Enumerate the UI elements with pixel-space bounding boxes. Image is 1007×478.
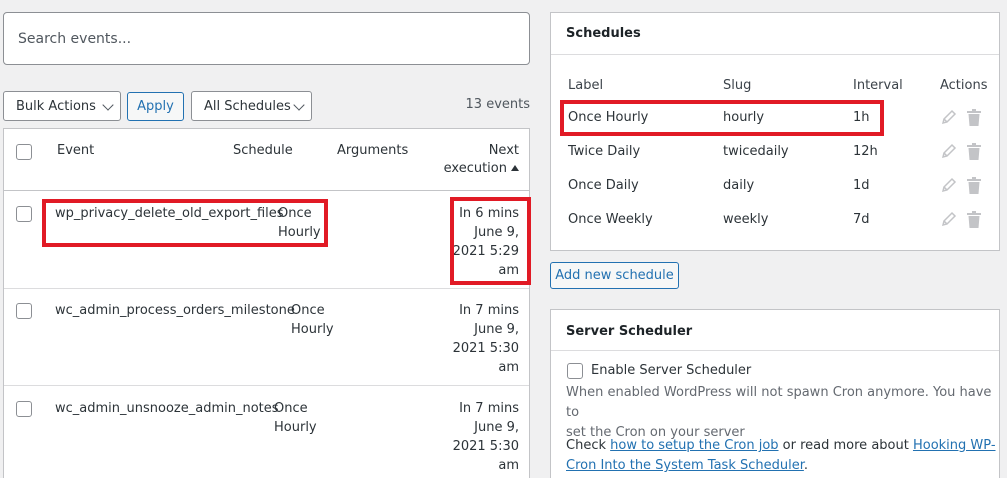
column-header-arguments[interactable]: Arguments [337, 143, 408, 158]
schedules-filter-label: All Schedules [204, 98, 291, 114]
schedule-actions [941, 143, 981, 160]
help-check-text: Check [566, 438, 606, 453]
next-execution-line3: 2021 5:30 [452, 439, 519, 454]
sort-up-icon [511, 165, 519, 171]
column-header-next-line2: execution [443, 161, 507, 176]
next-execution-line4: am [498, 360, 519, 375]
event-name[interactable]: wc_admin_unsnooze_admin_notes [55, 399, 279, 418]
row-checkbox[interactable] [16, 401, 32, 417]
schedules-header-slug: Slug [723, 78, 752, 93]
events-table: Event Schedule Arguments Next execution … [3, 128, 530, 478]
server-scheduler-help: Check how to setup the Cron job or read … [566, 436, 996, 476]
column-header-next-line1: Next [488, 143, 519, 158]
schedules-header-label: Label [568, 78, 604, 93]
highlight-box-next-execution [450, 197, 531, 285]
schedules-filter-select[interactable]: All Schedules [191, 91, 312, 121]
pencil-icon[interactable] [941, 109, 957, 125]
schedule-interval: 12h [853, 144, 878, 159]
event-schedule: Once Hourly [274, 399, 317, 437]
pencil-icon[interactable] [941, 143, 957, 159]
apply-button[interactable]: Apply [127, 92, 184, 121]
help-period: . [803, 458, 809, 473]
schedules-header-interval: Interval [853, 78, 903, 93]
link-hooking-wp-cron[interactable]: Hooking WP- [913, 438, 996, 453]
event-schedule-line2: Hourly [274, 420, 317, 435]
schedule-interval: 7d [853, 212, 870, 227]
server-scheduler-panel: Server Scheduler Enable Server Scheduler… [550, 309, 1000, 478]
next-execution-line2: June 9, [474, 322, 519, 337]
schedule-slug: daily [723, 178, 755, 193]
next-execution-line4: am [498, 458, 519, 473]
schedules-title: Schedules [566, 26, 641, 41]
panel-divider [551, 54, 999, 55]
next-execution-line1: In 7 mins [459, 303, 519, 318]
schedule-slug: twicedaily [723, 144, 789, 159]
column-header-next[interactable]: Next execution [444, 143, 519, 176]
event-next-execution: In 7 mins June 9, 2021 5:30 am [453, 301, 519, 377]
enable-server-scheduler-label[interactable]: Enable Server Scheduler [591, 363, 751, 378]
trash-icon[interactable] [967, 143, 981, 160]
chevron-down-icon [293, 99, 305, 111]
header-divider [4, 190, 529, 191]
description-line1: When enabled WordPress will not spawn Cr… [566, 385, 992, 420]
trash-icon[interactable] [967, 177, 981, 194]
link-hooking-wp-cron-cont[interactable]: Cron Into the System Task Scheduler [566, 458, 804, 473]
schedule-interval: 1d [853, 178, 870, 193]
schedule-actions [941, 177, 981, 194]
panel-divider [551, 350, 999, 351]
trash-icon[interactable] [967, 211, 981, 228]
event-schedule: Once Hourly [291, 301, 334, 339]
column-header-event[interactable]: Event [57, 143, 94, 158]
schedule-actions [941, 109, 981, 126]
table-toolbar: Bulk Actions Apply All Schedules 13 even… [3, 91, 530, 121]
select-all-checkbox[interactable] [16, 144, 32, 160]
next-execution-line2: June 9, [474, 420, 519, 435]
column-header-schedule[interactable]: Schedule [233, 143, 293, 158]
schedule-actions [941, 211, 981, 228]
chevron-down-icon [102, 99, 114, 111]
search-input[interactable] [3, 12, 530, 65]
event-schedule-line2: Hourly [291, 322, 334, 337]
highlight-box-schedule-row [560, 100, 884, 136]
next-execution-line1: In 7 mins [459, 401, 519, 416]
row-checkbox[interactable] [16, 303, 32, 319]
row-divider [4, 385, 529, 386]
pencil-icon[interactable] [941, 211, 957, 227]
pencil-icon[interactable] [941, 177, 957, 193]
event-next-execution: In 7 mins June 9, 2021 5:30 am [453, 399, 519, 475]
event-schedule-line1: Once [274, 401, 308, 416]
schedule-slug: weekly [723, 212, 769, 227]
schedules-header-actions: Actions [940, 78, 988, 93]
row-divider [4, 288, 529, 289]
highlight-box-event [42, 199, 328, 247]
enable-server-scheduler-checkbox[interactable] [567, 363, 583, 379]
server-scheduler-description: When enabled WordPress will not spawn Cr… [566, 383, 999, 443]
schedule-label: Twice Daily [568, 144, 641, 159]
bulk-actions-label: Bulk Actions [16, 98, 96, 114]
link-setup-cron[interactable]: how to setup the Cron job [610, 438, 778, 453]
server-scheduler-title: Server Scheduler [566, 324, 693, 339]
help-or-read-text: or read more about [782, 438, 909, 453]
add-new-schedule-button[interactable]: Add new schedule [550, 262, 679, 289]
schedule-label: Once Daily [568, 178, 639, 193]
event-schedule-line1: Once [291, 303, 325, 318]
schedule-label: Once Weekly [568, 212, 653, 227]
row-checkbox[interactable] [16, 206, 32, 222]
bulk-actions-select[interactable]: Bulk Actions [3, 91, 121, 121]
event-name[interactable]: wc_admin_process_orders_milestone [55, 301, 295, 320]
next-execution-line3: 2021 5:30 [452, 341, 519, 356]
trash-icon[interactable] [967, 109, 981, 126]
events-count: 13 events [465, 97, 530, 112]
